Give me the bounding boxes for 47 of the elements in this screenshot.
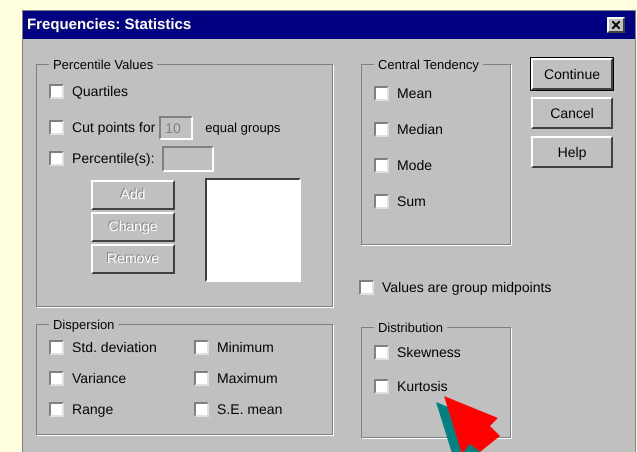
checkbox-label: Skewness (397, 342, 461, 362)
window-title: Frequencies: Statistics (27, 14, 192, 35)
checkbox-label: Quartiles (72, 82, 128, 101)
checkbox[interactable] (374, 344, 389, 360)
checkbox[interactable] (374, 158, 389, 172)
close-icon (612, 21, 620, 29)
number-field[interactable]: 10 (159, 116, 194, 140)
group-title: Distribution (377, 319, 444, 337)
dialog-button[interactable]: Continue (531, 58, 613, 90)
checkbox-label: S.E. mean (217, 400, 282, 418)
percentile-field[interactable] (162, 146, 214, 172)
percentile-list[interactable] (205, 178, 301, 282)
checkbox-label: Percentile(s): (72, 149, 154, 168)
close-button[interactable] (607, 17, 625, 33)
checkbox[interactable] (194, 340, 209, 354)
checkbox[interactable] (49, 120, 64, 135)
cursor-arrow-icon (436, 394, 500, 452)
checkbox[interactable] (374, 378, 389, 394)
checkbox[interactable] (374, 122, 389, 136)
checkbox[interactable] (49, 370, 64, 386)
dialog-button[interactable]: Help (531, 136, 613, 168)
group-title: Percentile Values (52, 56, 154, 74)
checkbox-label: Median (397, 120, 443, 138)
field-suffix: equal groups (205, 118, 280, 137)
checkbox-label: Mode (397, 156, 432, 174)
checkbox[interactable] (49, 84, 64, 98)
checkbox[interactable] (49, 151, 64, 166)
checkbox-label: Mean (397, 84, 432, 102)
checkbox-label: Values are group midpoints (382, 278, 552, 297)
checkbox[interactable] (374, 194, 389, 208)
checkbox-label: Range (72, 400, 114, 419)
checkbox-label: Cut points for (72, 118, 156, 137)
group-title: Central Tendency (377, 56, 480, 74)
checkbox[interactable] (194, 370, 209, 386)
group-title: Dispersion (52, 316, 116, 334)
checkbox-label: Maximum (217, 368, 278, 388)
checkbox-label: Kurtosis (397, 376, 448, 396)
checkbox[interactable] (374, 86, 389, 100)
checkbox[interactable] (49, 402, 64, 416)
checkbox-label: Variance (72, 368, 126, 388)
checkbox[interactable] (194, 402, 209, 416)
checkbox[interactable] (359, 280, 374, 295)
checkbox-label: Std. deviation (72, 338, 157, 356)
dialog-button[interactable]: Cancel (531, 97, 613, 129)
checkbox-label: Sum (397, 192, 426, 210)
checkbox-label: Minimum (217, 338, 274, 356)
checkbox[interactable] (49, 340, 64, 354)
